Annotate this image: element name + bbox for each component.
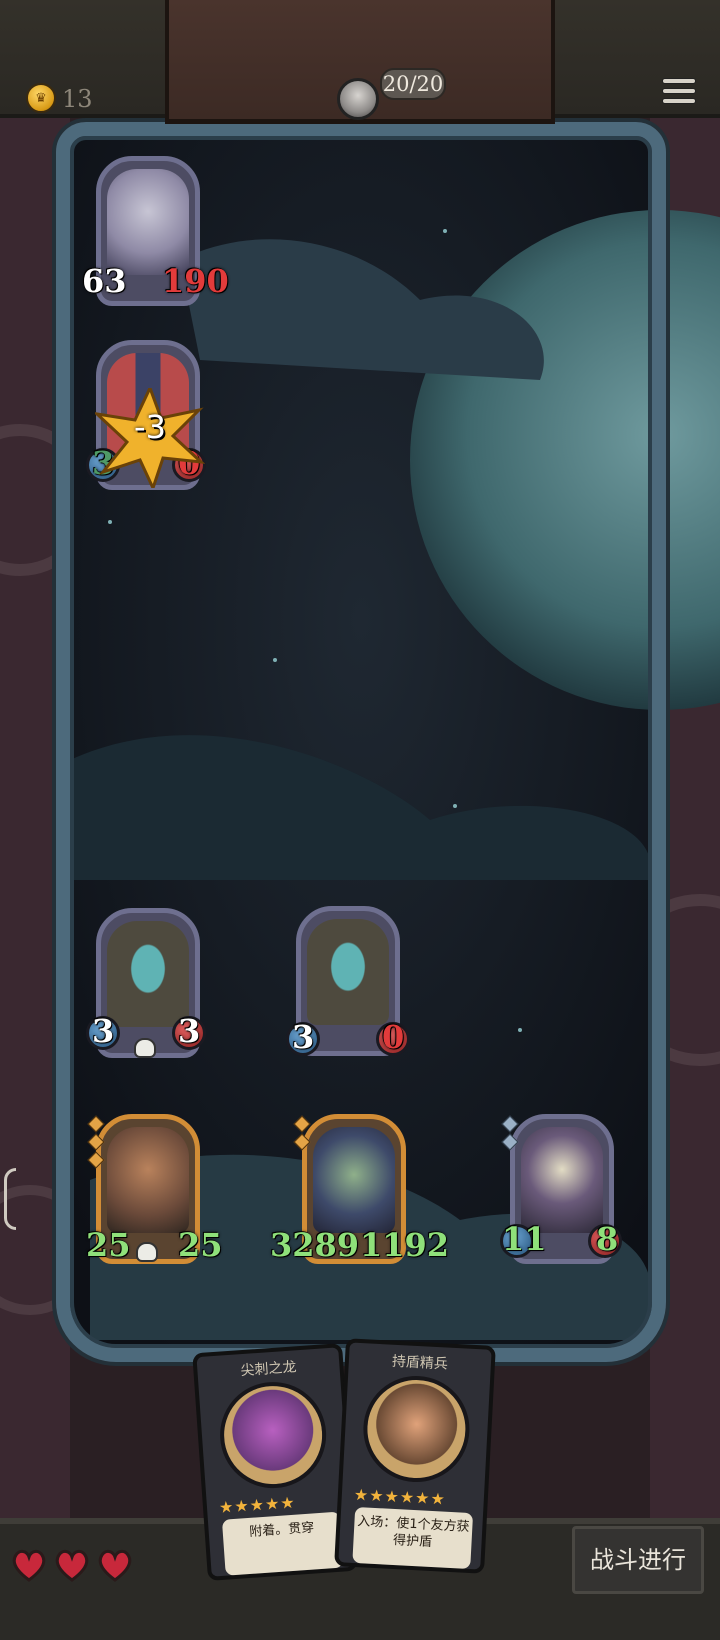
attack-value: 63 <box>82 262 127 300</box>
life-heart-icon <box>12 1549 46 1582</box>
card-stars: ★★★★★ <box>218 1492 297 1517</box>
life-heart-icon <box>55 1549 89 1582</box>
menu-icon[interactable] <box>662 78 696 110</box>
card-description: 入场：使1个友方获得护盾 <box>352 1506 474 1570</box>
attack-value: 3 <box>92 1012 115 1050</box>
hand-card-dragon[interactable]: 尖刺之龙 ★★★★★ 附着。贯穿 <box>192 1343 358 1581</box>
health-value: 3 <box>178 1012 201 1050</box>
attack-value: 3289 <box>270 1226 360 1264</box>
ghost-portrait <box>307 919 389 1025</box>
health-value: 190 <box>162 262 229 300</box>
rarity-pips <box>501 1115 519 1154</box>
skull-icon <box>134 1038 156 1058</box>
health-value: 25 <box>178 1226 223 1264</box>
health-value: 1192 <box>360 1226 450 1264</box>
attack-value: 3 <box>292 1018 315 1056</box>
player-avatar[interactable] <box>337 78 379 120</box>
soldier-art <box>360 1373 473 1485</box>
skull-icon <box>136 1242 158 1262</box>
player-unit-barbarian[interactable]: 25 25 <box>86 1114 223 1274</box>
card-stars: ★★★★★★ <box>353 1484 447 1509</box>
player-unit-pirate[interactable]: 3289 1192 <box>270 1114 449 1274</box>
pirate-portrait <box>313 1127 395 1233</box>
card-name: 持盾精兵 <box>391 1353 449 1373</box>
coin-count: 13 <box>62 85 93 113</box>
damage-popup: -3 <box>134 408 166 446</box>
card-description: 附着。贯穿 <box>221 1511 344 1576</box>
card-name: 尖刺之龙 <box>240 1359 298 1380</box>
life-heart-icon <box>98 1549 132 1582</box>
rarity-pips <box>87 1115 105 1172</box>
ghost-unit[interactable]: 3 0 <box>286 906 410 1066</box>
dragon-art <box>216 1378 330 1492</box>
rarity-pips <box>293 1115 311 1154</box>
fight-button[interactable]: 战斗进行 <box>572 1526 704 1594</box>
player-unit-skeleton[interactable]: 11 8 <box>500 1114 622 1274</box>
crown-coin-icon: ♛ <box>26 83 56 113</box>
attack-value: 11 <box>502 1220 547 1258</box>
player-hp: 20/20 <box>380 68 446 100</box>
enemy-unit-rat[interactable]: 63 190 <box>82 156 229 316</box>
rat-portrait <box>107 169 189 275</box>
attack-value: 25 <box>86 1226 131 1264</box>
ghost-portrait <box>107 921 189 1027</box>
side-drawer-handle[interactable] <box>4 1168 16 1230</box>
hand-card-shield-soldier[interactable]: 持盾精兵 ★★★★★★ 入场：使1个友方获得护盾 <box>334 1338 496 1574</box>
barbarian-portrait <box>107 1127 189 1233</box>
ghost-unit[interactable]: 3 3 <box>86 908 206 1068</box>
skeleton-portrait <box>521 1127 603 1233</box>
health-value: 8 <box>596 1220 619 1258</box>
health-value: 0 <box>382 1018 405 1056</box>
